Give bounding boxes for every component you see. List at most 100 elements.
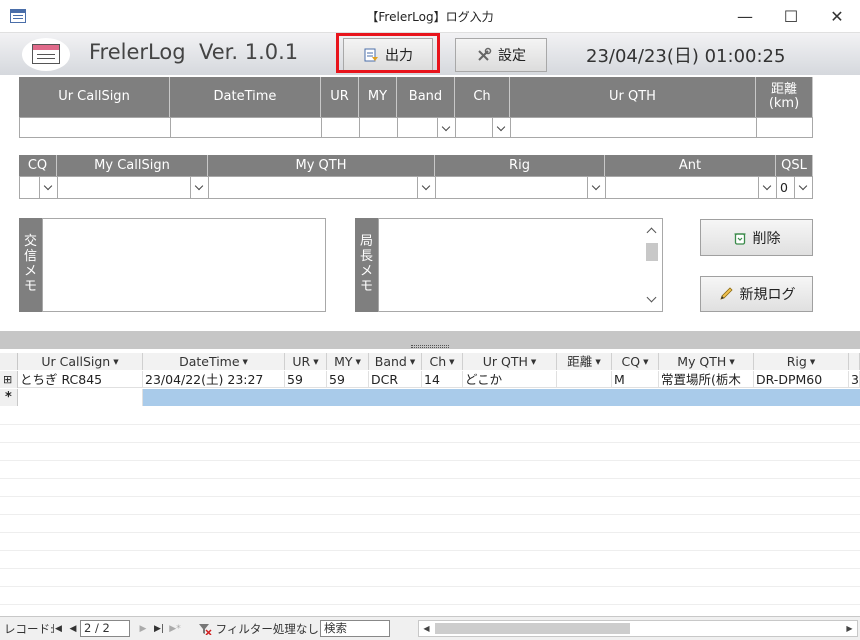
- col-header-ur-qth[interactable]: Ur QTH ▼: [463, 353, 557, 370]
- cell-distance[interactable]: [557, 371, 612, 388]
- record-number-input[interactable]: 2 / 2: [80, 620, 130, 637]
- trash-icon: [734, 232, 745, 245]
- close-button[interactable]: ✕: [814, 0, 860, 33]
- datasheet-header-row: Ur CallSign ▼ DateTime ▼ UR ▼ MY ▼ Band ▼ Ch ▼…: [18, 353, 860, 370]
- my-qth-select[interactable]: [208, 176, 436, 199]
- station-header-my-qth: My QTH: [208, 155, 435, 176]
- cell-ur[interactable]: 59: [285, 371, 327, 388]
- col-header-rig[interactable]: Rig ▼: [754, 353, 849, 370]
- cell-ur-qth[interactable]: どこか: [463, 371, 557, 388]
- select-all-corner[interactable]: [0, 353, 18, 370]
- entry-header-ch: Ch: [455, 77, 510, 117]
- cell-ur-callsign[interactable]: とちぎ RC845: [18, 371, 143, 388]
- cell-my[interactable]: 59: [327, 371, 369, 388]
- chevron-down-icon[interactable]: [437, 118, 455, 137]
- col-header-ur-callsign[interactable]: Ur CallSign ▼: [18, 353, 143, 370]
- chevron-down-icon[interactable]: [39, 177, 57, 198]
- entry-header-datetime: DateTime: [170, 77, 321, 117]
- qsl-value: 0: [780, 180, 788, 195]
- rig-select[interactable]: [435, 176, 606, 199]
- col-header-my[interactable]: MY ▼: [327, 353, 369, 370]
- chevron-down-icon[interactable]: [758, 177, 776, 198]
- new-cell-ur-callsign[interactable]: [18, 389, 143, 406]
- col-header-cq[interactable]: CQ ▼: [612, 353, 659, 370]
- col-header-ch[interactable]: Ch ▼: [422, 353, 463, 370]
- ant-select[interactable]: [605, 176, 777, 199]
- search-input[interactable]: 検索: [320, 620, 390, 637]
- cell-rig[interactable]: DR-DPM60: [754, 371, 849, 388]
- memo-scrollbar[interactable]: [644, 223, 660, 307]
- owner-memo-input[interactable]: [378, 218, 663, 312]
- entry-header-ur-callsign: Ur CallSign: [19, 77, 170, 117]
- maximize-button[interactable]: ☐: [768, 0, 814, 33]
- ur-qth-input[interactable]: [510, 117, 757, 138]
- ur-callsign-input[interactable]: [19, 117, 171, 138]
- table-row[interactable]: とちぎ RC845 23/04/22(土) 23:27 59 59 DCR 14…: [18, 371, 860, 388]
- cell-next[interactable]: 35: [849, 371, 860, 388]
- chevron-down-icon[interactable]: [190, 177, 208, 198]
- record-navigation-bar: レコード: |◀ ◀ 2 / 2 ▶ ▶| ▶* フィルター処理なし 検索 ◀ …: [0, 616, 860, 640]
- prev-record-icon[interactable]: ◀: [66, 621, 80, 637]
- chevron-down-icon[interactable]: [794, 177, 812, 198]
- horizontal-scrollbar[interactable]: ◀ ▶: [418, 620, 858, 637]
- col-header-band[interactable]: Band ▼: [369, 353, 422, 370]
- minimize-button[interactable]: —: [722, 0, 768, 33]
- col-header-datetime[interactable]: DateTime ▼: [143, 353, 285, 370]
- app-logo-icon: [22, 38, 70, 71]
- cell-cq[interactable]: M: [612, 371, 659, 388]
- filter-status[interactable]: フィルター処理なし: [198, 621, 319, 637]
- settings-button[interactable]: 設定: [455, 38, 547, 72]
- cq-select[interactable]: [19, 176, 58, 199]
- band-select[interactable]: [397, 117, 456, 138]
- new-log-button[interactable]: 新規ログ: [700, 276, 813, 312]
- new-row-selector[interactable]: *: [0, 389, 18, 406]
- output-highlight: [336, 33, 440, 73]
- splitter-grip[interactable]: [411, 345, 449, 348]
- app-version: Ver. 1.0.1: [199, 40, 299, 64]
- empty-grid-area: [0, 407, 860, 616]
- new-record-row[interactable]: [18, 389, 860, 406]
- datetime-input[interactable]: [170, 117, 322, 138]
- my-report-input[interactable]: [359, 117, 398, 138]
- cell-ch[interactable]: 14: [422, 371, 463, 388]
- filter-off-icon: [199, 624, 212, 636]
- horizontal-scroll-thumb[interactable]: [435, 623, 630, 634]
- entry-header-ur: UR: [321, 77, 359, 117]
- contact-memo-label: 交 信 メ モ: [19, 218, 42, 312]
- distance-input[interactable]: [756, 117, 813, 138]
- form-splitter[interactable]: [0, 331, 860, 349]
- scroll-thumb[interactable]: [646, 243, 658, 261]
- chevron-down-icon[interactable]: [492, 118, 510, 137]
- delete-label: 削除: [752, 230, 781, 247]
- cell-my-qth[interactable]: 常置場所(栃木: [659, 371, 754, 388]
- contact-memo-input[interactable]: [42, 218, 326, 312]
- col-header-my-qth[interactable]: My QTH ▼: [659, 353, 754, 370]
- next-record-icon[interactable]: ▶: [136, 621, 150, 637]
- chevron-down-icon[interactable]: [646, 292, 657, 303]
- scroll-right-icon[interactable]: ▶: [842, 621, 857, 636]
- chevron-down-icon[interactable]: [417, 177, 435, 198]
- station-header-rig: Rig: [435, 155, 605, 176]
- station-header-cq: CQ: [19, 155, 57, 176]
- cell-datetime[interactable]: 23/04/22(土) 23:27: [143, 371, 285, 388]
- expand-icon[interactable]: ⊞: [3, 371, 12, 388]
- chevron-down-icon[interactable]: [587, 177, 605, 198]
- col-header-distance[interactable]: 距離 ▼: [557, 353, 612, 370]
- chevron-up-icon[interactable]: [646, 227, 657, 238]
- station-header-qsl: QSL: [776, 155, 813, 176]
- first-record-icon[interactable]: |◀: [50, 621, 64, 637]
- ur-report-input[interactable]: [321, 117, 360, 138]
- scroll-left-icon[interactable]: ◀: [419, 621, 434, 636]
- col-header-next[interactable]: [849, 353, 860, 370]
- my-callsign-select[interactable]: [57, 176, 209, 199]
- col-header-ur[interactable]: UR ▼: [285, 353, 327, 370]
- app-name: FrelerLog: [89, 40, 186, 64]
- qsl-select[interactable]: 0: [776, 176, 813, 199]
- ch-select[interactable]: [455, 117, 511, 138]
- new-record-icon[interactable]: ▶*: [168, 621, 182, 637]
- last-record-icon[interactable]: ▶|: [152, 621, 166, 637]
- cell-band[interactable]: DCR: [369, 371, 422, 388]
- delete-button[interactable]: 削除: [700, 219, 813, 256]
- record-label: レコード:: [4, 622, 54, 636]
- row-selector[interactable]: ⊞: [0, 371, 18, 388]
